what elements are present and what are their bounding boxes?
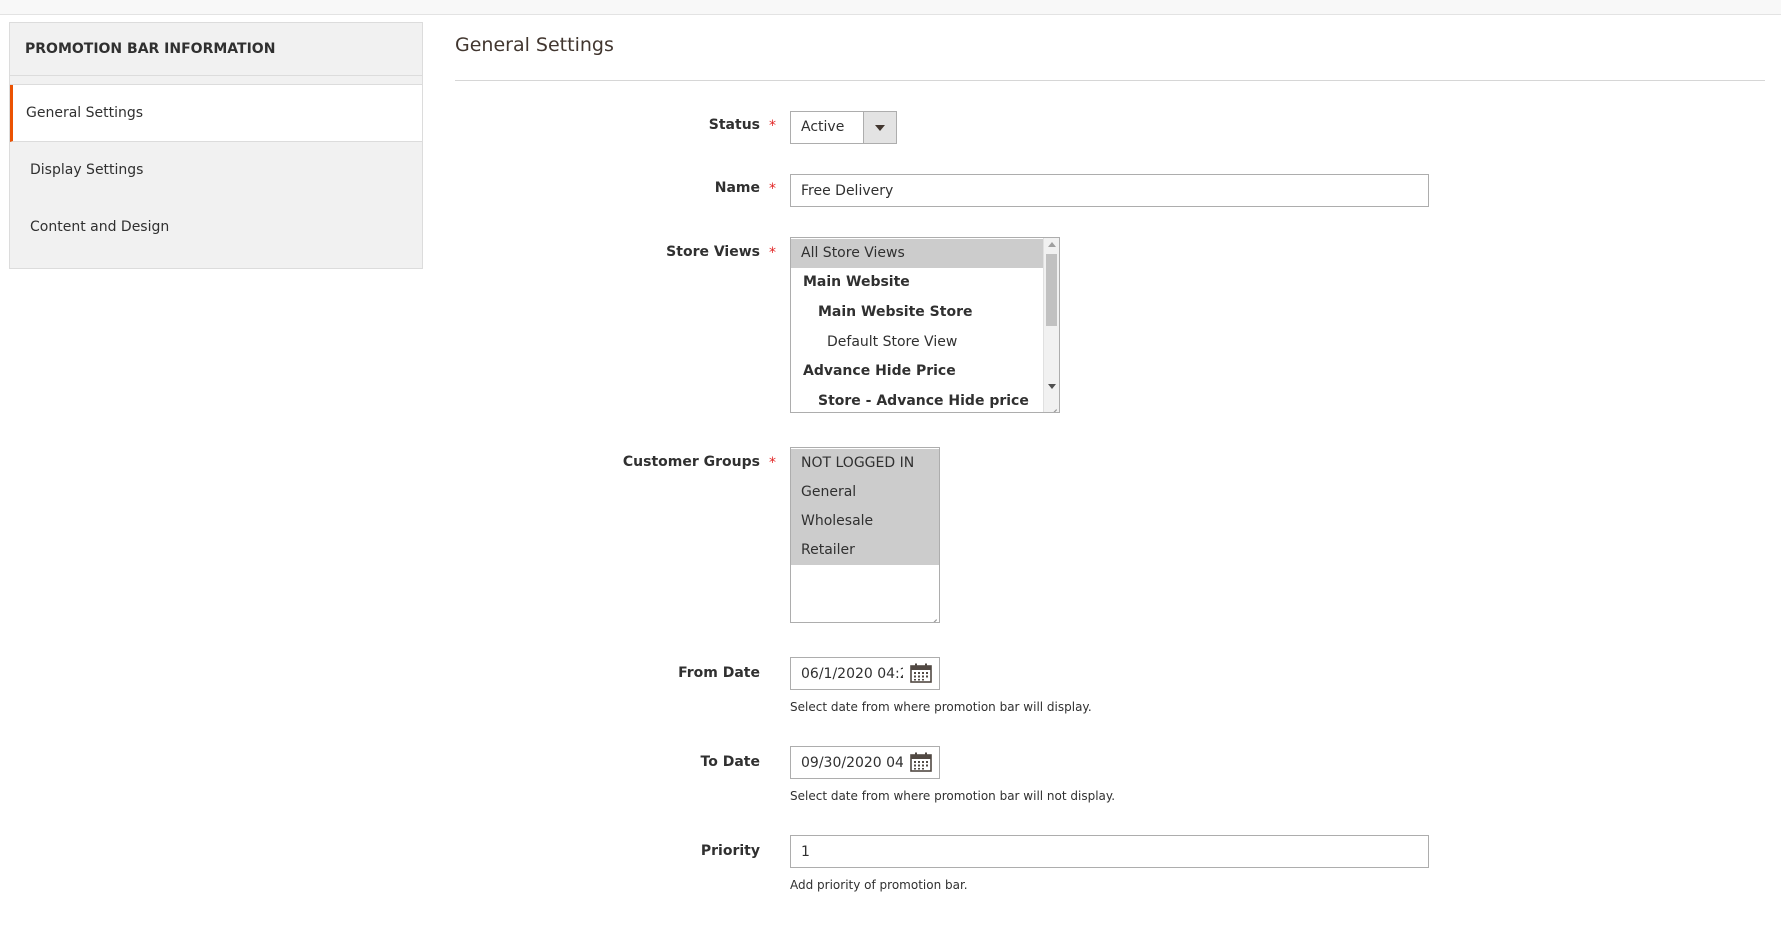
customer-group-option[interactable]: Wholesale bbox=[791, 507, 939, 536]
sidebar-title: PROMOTION BAR INFORMATION bbox=[10, 23, 422, 76]
customer-group-option[interactable]: Retailer bbox=[791, 536, 939, 565]
store-view-option[interactable]: All Store Views bbox=[791, 239, 1052, 268]
top-bar bbox=[0, 0, 1781, 15]
status-select-value: Active bbox=[801, 119, 845, 135]
resize-handle-icon[interactable] bbox=[928, 611, 938, 621]
scroll-down-icon[interactable] bbox=[1044, 380, 1059, 394]
name-label: Name bbox=[714, 180, 760, 196]
page-title: General Settings bbox=[455, 34, 614, 56]
from-date-label: From Date bbox=[678, 665, 760, 681]
chevron-down-icon[interactable] bbox=[863, 112, 896, 143]
store-views-scrollbar[interactable] bbox=[1043, 238, 1059, 412]
store-view-option[interactable]: Main Website Store bbox=[791, 298, 972, 327]
priority-input[interactable] bbox=[790, 835, 1429, 868]
resize-handle-icon[interactable] bbox=[1048, 401, 1058, 411]
store-view-option[interactable]: Main Website bbox=[791, 268, 910, 297]
status-label: Status bbox=[708, 117, 760, 133]
store-views-multiselect[interactable]: All Store Views Main Website Main Websit… bbox=[790, 237, 1060, 413]
customer-group-option[interactable]: General bbox=[791, 478, 939, 507]
to-date-label: To Date bbox=[700, 754, 760, 770]
store-view-option[interactable]: Advance Hide Price bbox=[791, 357, 956, 386]
sidebar-item-display-settings[interactable]: Display Settings bbox=[10, 142, 422, 199]
store-views-label: Store Views bbox=[666, 244, 760, 260]
sidebar-nav: PROMOTION BAR INFORMATION General Settin… bbox=[9, 22, 423, 269]
status-select[interactable]: Active bbox=[790, 111, 897, 144]
sidebar-item-content-and-design[interactable]: Content and Design bbox=[10, 199, 422, 256]
store-view-option[interactable]: Default Store View bbox=[791, 328, 957, 357]
status-required-marker: * bbox=[769, 118, 776, 134]
calendar-icon[interactable] bbox=[910, 752, 932, 772]
customer-group-option[interactable]: NOT LOGGED IN bbox=[791, 449, 939, 478]
store-view-option[interactable]: Store - Advance Hide price bbox=[791, 387, 1029, 412]
customer-groups-multiselect[interactable]: NOT LOGGED IN General Wholesale Retailer bbox=[790, 447, 940, 623]
store-views-required-marker: * bbox=[769, 245, 776, 261]
priority-note: Add priority of promotion bar. bbox=[790, 878, 968, 892]
sidebar-item-general-settings[interactable]: General Settings bbox=[10, 85, 422, 142]
calendar-icon[interactable] bbox=[910, 663, 932, 683]
section-divider bbox=[455, 80, 1765, 81]
customer-groups-required-marker: * bbox=[769, 455, 776, 471]
to-date-note: Select date from where promotion bar wil… bbox=[790, 789, 1116, 803]
customer-groups-label: Customer Groups bbox=[622, 454, 760, 470]
from-date-note: Select date from where promotion bar wil… bbox=[790, 700, 1092, 714]
sidebar-divider bbox=[10, 76, 422, 85]
scroll-up-icon[interactable] bbox=[1044, 238, 1059, 252]
scrollbar-thumb[interactable] bbox=[1046, 254, 1057, 326]
name-input[interactable] bbox=[790, 174, 1429, 207]
priority-label: Priority bbox=[700, 843, 760, 859]
name-required-marker: * bbox=[769, 181, 776, 197]
